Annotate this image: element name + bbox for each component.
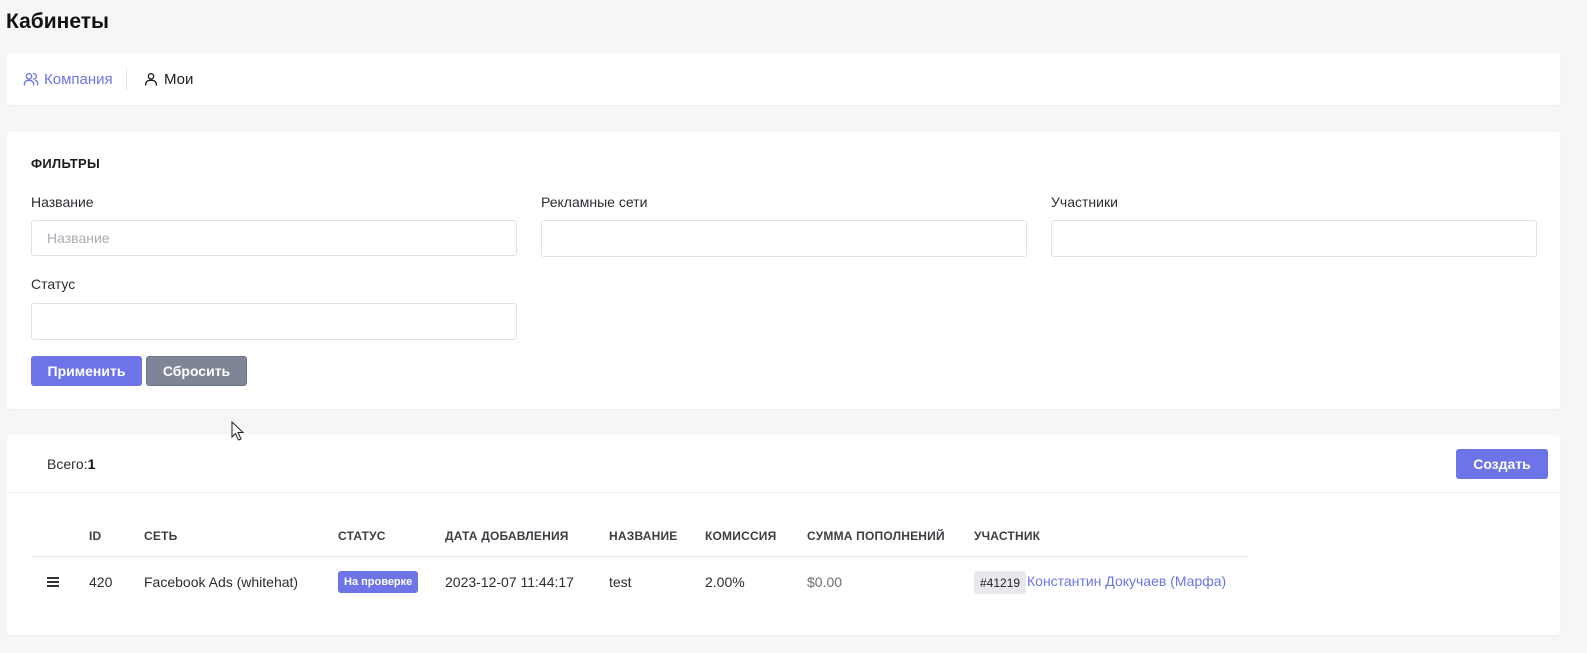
page-title: Кабинеты: [6, 10, 109, 33]
column-header-participant[interactable]: УЧАСТНИК: [974, 529, 1040, 543]
column-header-top-up-sum[interactable]: СУММА ПОПОЛНЕНИЙ: [807, 529, 945, 543]
status-badge: На проверке: [338, 571, 419, 593]
reset-button[interactable]: Сбросить: [146, 356, 247, 386]
column-header-name[interactable]: НАЗВАНИЕ: [609, 529, 677, 543]
apply-button[interactable]: Применить: [31, 356, 142, 386]
tab-divider: [126, 68, 127, 90]
total-label: Всего:: [47, 456, 88, 472]
total-count: Всего: 1: [47, 456, 95, 472]
create-button[interactable]: Создать: [1456, 449, 1548, 479]
participant-link[interactable]: Константин Докучаев (Марфа): [1027, 573, 1226, 589]
status-filter-label: Статус: [31, 276, 76, 292]
tab-mine[interactable]: Мои: [143, 53, 193, 105]
column-header-status[interactable]: СТАТУС: [338, 529, 386, 543]
results-card: Всего: 1 Создать ID СЕТЬ СТАТУС ДАТА ДОБА…: [7, 435, 1560, 635]
cell-top-up-sum: $0.00: [807, 574, 843, 590]
networks-filter-input[interactable]: [541, 220, 1027, 257]
tabs-card: Компания Мои: [7, 53, 1560, 105]
column-header-id[interactable]: ID: [89, 529, 101, 543]
tab-company-label: Компания: [44, 70, 113, 88]
column-header-network[interactable]: СЕТЬ: [144, 529, 177, 543]
cell-network: Facebook Ads (whitehat): [144, 574, 299, 590]
mouse-cursor-icon: [231, 421, 245, 441]
participants-filter-label: Участники: [1051, 194, 1118, 210]
total-value: 1: [87, 456, 96, 472]
users-icon: [23, 73, 39, 86]
name-filter-input[interactable]: [31, 220, 517, 256]
networks-filter-label: Рекламные сети: [541, 194, 648, 210]
column-header-commission[interactable]: КОМИССИЯ: [705, 529, 776, 543]
cell-name: test: [609, 574, 632, 590]
cell-commission: 2.00%: [705, 574, 745, 590]
name-filter-label: Название: [31, 194, 94, 210]
status-filter-input[interactable]: [31, 303, 517, 340]
row-menu-icon[interactable]: [47, 577, 59, 587]
participant-id-badge: #41219: [974, 571, 1027, 594]
filters-title: ФИЛЬТРЫ: [31, 156, 101, 171]
user-icon: [145, 73, 157, 86]
participants-filter-input[interactable]: [1051, 220, 1537, 257]
column-header-date-added[interactable]: ДАТА ДОБАВЛЕНИЯ: [445, 529, 569, 543]
cell-id: 420: [89, 574, 113, 590]
cell-date-added: 2023-12-07 11:44:17: [445, 574, 574, 590]
filters-card: ФИЛЬТРЫ Название Рекламные сети Участник…: [7, 132, 1560, 409]
tab-company[interactable]: Компания: [23, 53, 113, 105]
tab-mine-label: Мои: [164, 70, 194, 88]
table-header-divider: [31, 556, 1249, 557]
card-separator: [7, 492, 1560, 493]
